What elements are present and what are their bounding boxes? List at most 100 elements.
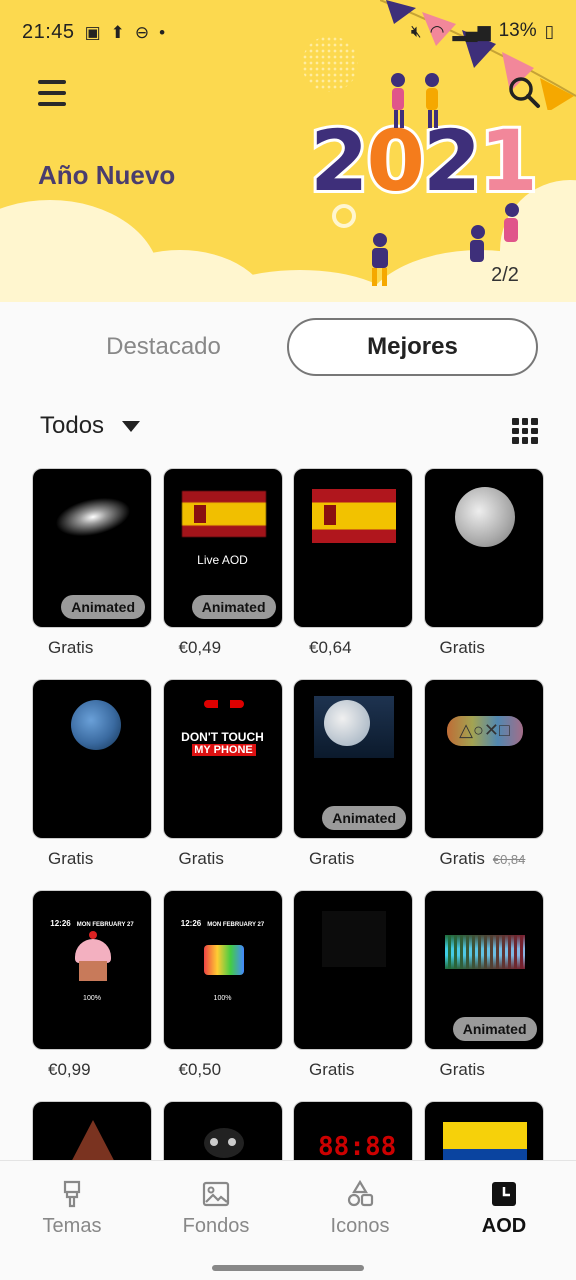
- price-label: €0,99: [48, 1060, 91, 1079]
- nav-item-temas[interactable]: Temas: [0, 1161, 144, 1256]
- aod-thumbnail[interactable]: [32, 679, 152, 839]
- thumbnail-clock-time: 12:26: [50, 919, 71, 928]
- status-bar: 21:45 ▣ ⬆ ⊖ • 🔇︎ ◠ ▂▄▆ 13% ▯: [0, 0, 576, 64]
- animated-badge: Animated: [61, 595, 145, 619]
- banner-pager: 2/2: [478, 258, 532, 292]
- tab-destacado[interactable]: Destacado: [40, 318, 287, 376]
- aod-card[interactable]: Animated Gratis: [423, 890, 544, 1080]
- battery-icon: ▯: [544, 21, 554, 41]
- aod-grid: Animated Gratis Live AOD Animated €0,49 €0,64…: [32, 468, 546, 1160]
- price-row: Gratis: [293, 849, 413, 869]
- thumbnail-caption-top: DON'T TOUCH: [181, 730, 264, 744]
- price-row: €0,50: [163, 1060, 283, 1080]
- aod-thumbnail[interactable]: [32, 1101, 152, 1160]
- aod-card[interactable]: [423, 1101, 544, 1160]
- price-label: Gratis: [178, 849, 224, 868]
- aod-thumbnail[interactable]: Animated: [423, 890, 544, 1050]
- tab-mejores[interactable]: Mejores: [287, 318, 538, 376]
- price-row: Gratis: [424, 638, 544, 658]
- aod-card[interactable]: Gratis: [32, 679, 152, 869]
- caret-down-icon: [122, 420, 141, 432]
- old-price-label: €0,84: [492, 852, 526, 867]
- aod-thumbnail[interactable]: 88:88: [293, 1101, 413, 1160]
- aod-card[interactable]: Animated Gratis: [32, 468, 152, 658]
- nav-label: AOD: [481, 1215, 527, 1237]
- aod-thumbnail[interactable]: Animated: [32, 468, 152, 628]
- price-row: Gratis: [32, 849, 152, 869]
- aod-card[interactable]: Live AOD Animated €0,49: [162, 468, 283, 658]
- dnd-icon: ⊖: [134, 22, 150, 42]
- upload-notification-icon: ⬆: [110, 22, 125, 42]
- aod-card[interactable]: △○✕□ Gratis €0,84: [423, 679, 544, 869]
- price-row: Gratis: [424, 1060, 544, 1080]
- aod-card[interactable]: 12:26 MON FEBRUARY 27 100% €0,99: [32, 890, 152, 1080]
- promo-banner[interactable]: 21:45 ▣ ⬆ ⊖ • 🔇︎ ◠ ▂▄▆ 13% ▯ Año Nuevo 2…: [0, 0, 576, 302]
- aod-card[interactable]: Gratis: [293, 890, 413, 1080]
- clock-icon: [492, 1182, 516, 1206]
- price-row: Gratis €0,84: [424, 849, 544, 869]
- nav-label: Fondos: [182, 1215, 250, 1237]
- thumbnail-caption-bottom: MY PHONE: [191, 744, 256, 756]
- price-row: €0,49: [163, 638, 283, 658]
- home-indicator[interactable]: [212, 1265, 364, 1271]
- battery-percent: 13%: [498, 20, 537, 41]
- price-row: €0,64: [293, 638, 413, 658]
- price-label: Gratis: [439, 849, 485, 868]
- price-row: Gratis: [163, 849, 283, 869]
- aod-card[interactable]: Animated Gratis: [293, 679, 413, 869]
- aod-card[interactable]: €0,64: [293, 468, 413, 658]
- shapes-icon: [347, 1179, 374, 1207]
- aod-card[interactable]: [162, 1101, 283, 1160]
- thumbnail-clock: 12:26 MON FEBRUARY 27: [33, 919, 151, 928]
- aod-card[interactable]: 12:26 MON FEBRUARY 27 100% €0,50: [162, 890, 283, 1080]
- aod-thumbnail[interactable]: [162, 1101, 283, 1160]
- price-row: Gratis: [293, 1060, 413, 1080]
- nav-item-fondos[interactable]: Fondos: [144, 1161, 288, 1256]
- animated-badge: Animated: [191, 595, 276, 619]
- nav-label: Iconos: [330, 1215, 390, 1237]
- aod-thumbnail[interactable]: Live AOD Animated: [162, 468, 283, 628]
- brush-icon: [63, 1180, 81, 1208]
- aod-thumbnail[interactable]: [423, 1101, 544, 1160]
- aod-thumbnail[interactable]: [293, 468, 413, 628]
- filter-label: Todos: [40, 412, 105, 439]
- grid-view-icon[interactable]: [512, 418, 538, 444]
- image-icon: [202, 1181, 230, 1207]
- thumbnail-battery-level: 100%: [213, 995, 232, 1002]
- price-label: €0,50: [178, 1060, 222, 1079]
- price-label: Gratis: [48, 638, 94, 657]
- status-time: 21:45: [22, 20, 75, 43]
- category-filter-dropdown[interactable]: Todos: [40, 412, 141, 440]
- animated-badge: Animated: [452, 1017, 537, 1041]
- thumbnail-clock: 12:26 MON FEBRUARY 27: [164, 919, 282, 928]
- thumbnail-battery-level: 100%: [83, 995, 101, 1002]
- menu-button[interactable]: [38, 80, 66, 106]
- thumbnail-caption: Live AOD: [197, 553, 248, 567]
- banner-title: Año Nuevo: [38, 160, 176, 190]
- gallery-notification-icon: ▣: [84, 22, 101, 42]
- aod-thumbnail[interactable]: △○✕□: [423, 679, 544, 839]
- price-row: Gratis: [32, 638, 152, 658]
- price-label: Gratis: [439, 638, 485, 657]
- nav-item-aod[interactable]: AOD: [432, 1161, 576, 1256]
- thumbnail-clock-time: 12:26: [180, 919, 202, 928]
- signal-icon: ▂▄▆: [452, 21, 491, 41]
- aod-thumbnail[interactable]: DON'T TOUCH MY PHONE: [162, 679, 283, 839]
- aod-card[interactable]: [32, 1101, 152, 1160]
- aod-thumbnail[interactable]: 12:26 MON FEBRUARY 27 100%: [162, 890, 283, 1050]
- aod-card[interactable]: Gratis: [423, 468, 544, 658]
- mute-icon: 🔇︎: [410, 21, 422, 41]
- aod-thumbnail[interactable]: [293, 890, 413, 1050]
- nav-item-iconos[interactable]: Iconos: [288, 1161, 432, 1256]
- price-label: €0,64: [309, 638, 352, 657]
- price-label: Gratis: [309, 849, 355, 868]
- aod-thumbnail[interactable]: 12:26 MON FEBRUARY 27 100%: [32, 890, 152, 1050]
- segmented-tabs: Destacado Mejores: [40, 318, 538, 376]
- aod-thumbnail[interactable]: [423, 468, 544, 628]
- dot-icon: •: [159, 22, 166, 42]
- aod-card[interactable]: 88:88: [293, 1101, 413, 1160]
- red-eyes-decoration: [203, 700, 244, 708]
- aod-thumbnail[interactable]: Animated: [293, 679, 413, 839]
- aod-card[interactable]: DON'T TOUCH MY PHONE Gratis: [162, 679, 283, 869]
- party-people-illustration: [372, 73, 519, 286]
